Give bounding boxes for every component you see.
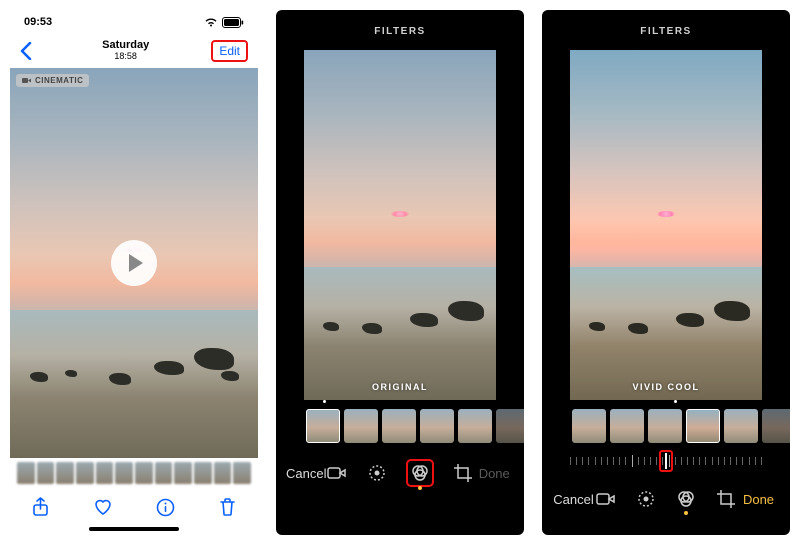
cancel-button[interactable]: Cancel xyxy=(286,466,326,481)
bottom-toolbar xyxy=(10,488,258,526)
adjust-tool-icon[interactable] xyxy=(635,488,657,510)
home-indicator[interactable] xyxy=(89,527,179,531)
edit-tools xyxy=(595,488,737,510)
filter-thumb-1[interactable] xyxy=(344,409,378,443)
adjust-tool-icon[interactable] xyxy=(366,462,388,484)
filter-thumbnails[interactable] xyxy=(542,400,790,448)
filter-thumb-3[interactable] xyxy=(420,409,454,443)
edit-tools xyxy=(326,459,474,487)
filter-thumb-3[interactable] xyxy=(686,409,720,443)
filter-preview[interactable]: ORIGINAL xyxy=(304,50,496,400)
battery-icon xyxy=(222,17,244,28)
nav-bar: Saturday 18:58 Edit xyxy=(10,34,258,68)
filter-thumb-4[interactable] xyxy=(724,409,758,443)
status-time: 09:53 xyxy=(24,16,52,28)
filter-thumb-2[interactable] xyxy=(648,409,682,443)
nav-title-wrap: Saturday 18:58 xyxy=(40,40,211,62)
edit-bottom-bar: Cancel Done xyxy=(276,448,524,498)
cinematic-badge: CINEMATIC xyxy=(16,74,89,87)
cancel-button[interactable]: Cancel xyxy=(552,492,595,507)
info-button[interactable] xyxy=(155,497,175,517)
screen-photos-view: 09:53 Saturday 18:58 Edit xyxy=(10,10,258,535)
filter-thumb-1[interactable] xyxy=(610,409,644,443)
cinematic-label: CINEMATIC xyxy=(35,76,83,85)
filters-header: FILTERS xyxy=(276,16,524,46)
filter-thumb-0[interactable] xyxy=(572,409,606,443)
screen-filters-original: FILTERS ORIGINAL Cancel xyxy=(276,10,524,535)
photo-preview[interactable]: CINEMATIC xyxy=(10,68,258,458)
done-button[interactable]: Done xyxy=(474,466,514,481)
back-button[interactable] xyxy=(20,42,40,60)
edit-button[interactable]: Edit xyxy=(211,40,248,62)
done-button[interactable]: Done xyxy=(737,492,780,507)
current-filter-label: VIVID COOL xyxy=(632,382,699,392)
filters-tool-icon[interactable] xyxy=(675,488,697,510)
filter-thumb-4[interactable] xyxy=(458,409,492,443)
edit-bottom-bar: Cancel Done xyxy=(542,474,790,524)
filter-thumb-2[interactable] xyxy=(382,409,416,443)
thumbnail-strip[interactable] xyxy=(10,458,258,488)
intensity-slider[interactable] xyxy=(570,448,762,474)
filter-thumbnails[interactable] xyxy=(276,400,524,448)
filter-preview[interactable]: VIVID COOL xyxy=(570,50,762,400)
filter-thumb-0[interactable] xyxy=(306,409,340,443)
crop-tool-icon[interactable] xyxy=(452,462,474,484)
screen-filters-vivid-cool: FILTERS VIVID COOL xyxy=(542,10,790,535)
nav-subtitle: 18:58 xyxy=(40,51,211,62)
filters-tool-icon[interactable] xyxy=(406,459,434,487)
crop-tool-icon[interactable] xyxy=(715,488,737,510)
trash-button[interactable] xyxy=(218,497,238,517)
share-button[interactable] xyxy=(30,497,50,517)
video-tool-icon[interactable] xyxy=(326,462,348,484)
play-button[interactable] xyxy=(111,240,157,286)
filters-header: FILTERS xyxy=(542,16,790,46)
status-bar: 09:53 xyxy=(10,10,258,34)
favorite-button[interactable] xyxy=(93,497,113,517)
current-filter-label: ORIGINAL xyxy=(372,382,428,392)
nav-title: Saturday xyxy=(40,40,211,51)
filter-thumb-5[interactable] xyxy=(762,409,790,443)
video-tool-icon[interactable] xyxy=(595,488,617,510)
filter-thumb-5[interactable] xyxy=(496,409,524,443)
wifi-icon xyxy=(204,17,218,27)
status-right xyxy=(204,17,244,28)
